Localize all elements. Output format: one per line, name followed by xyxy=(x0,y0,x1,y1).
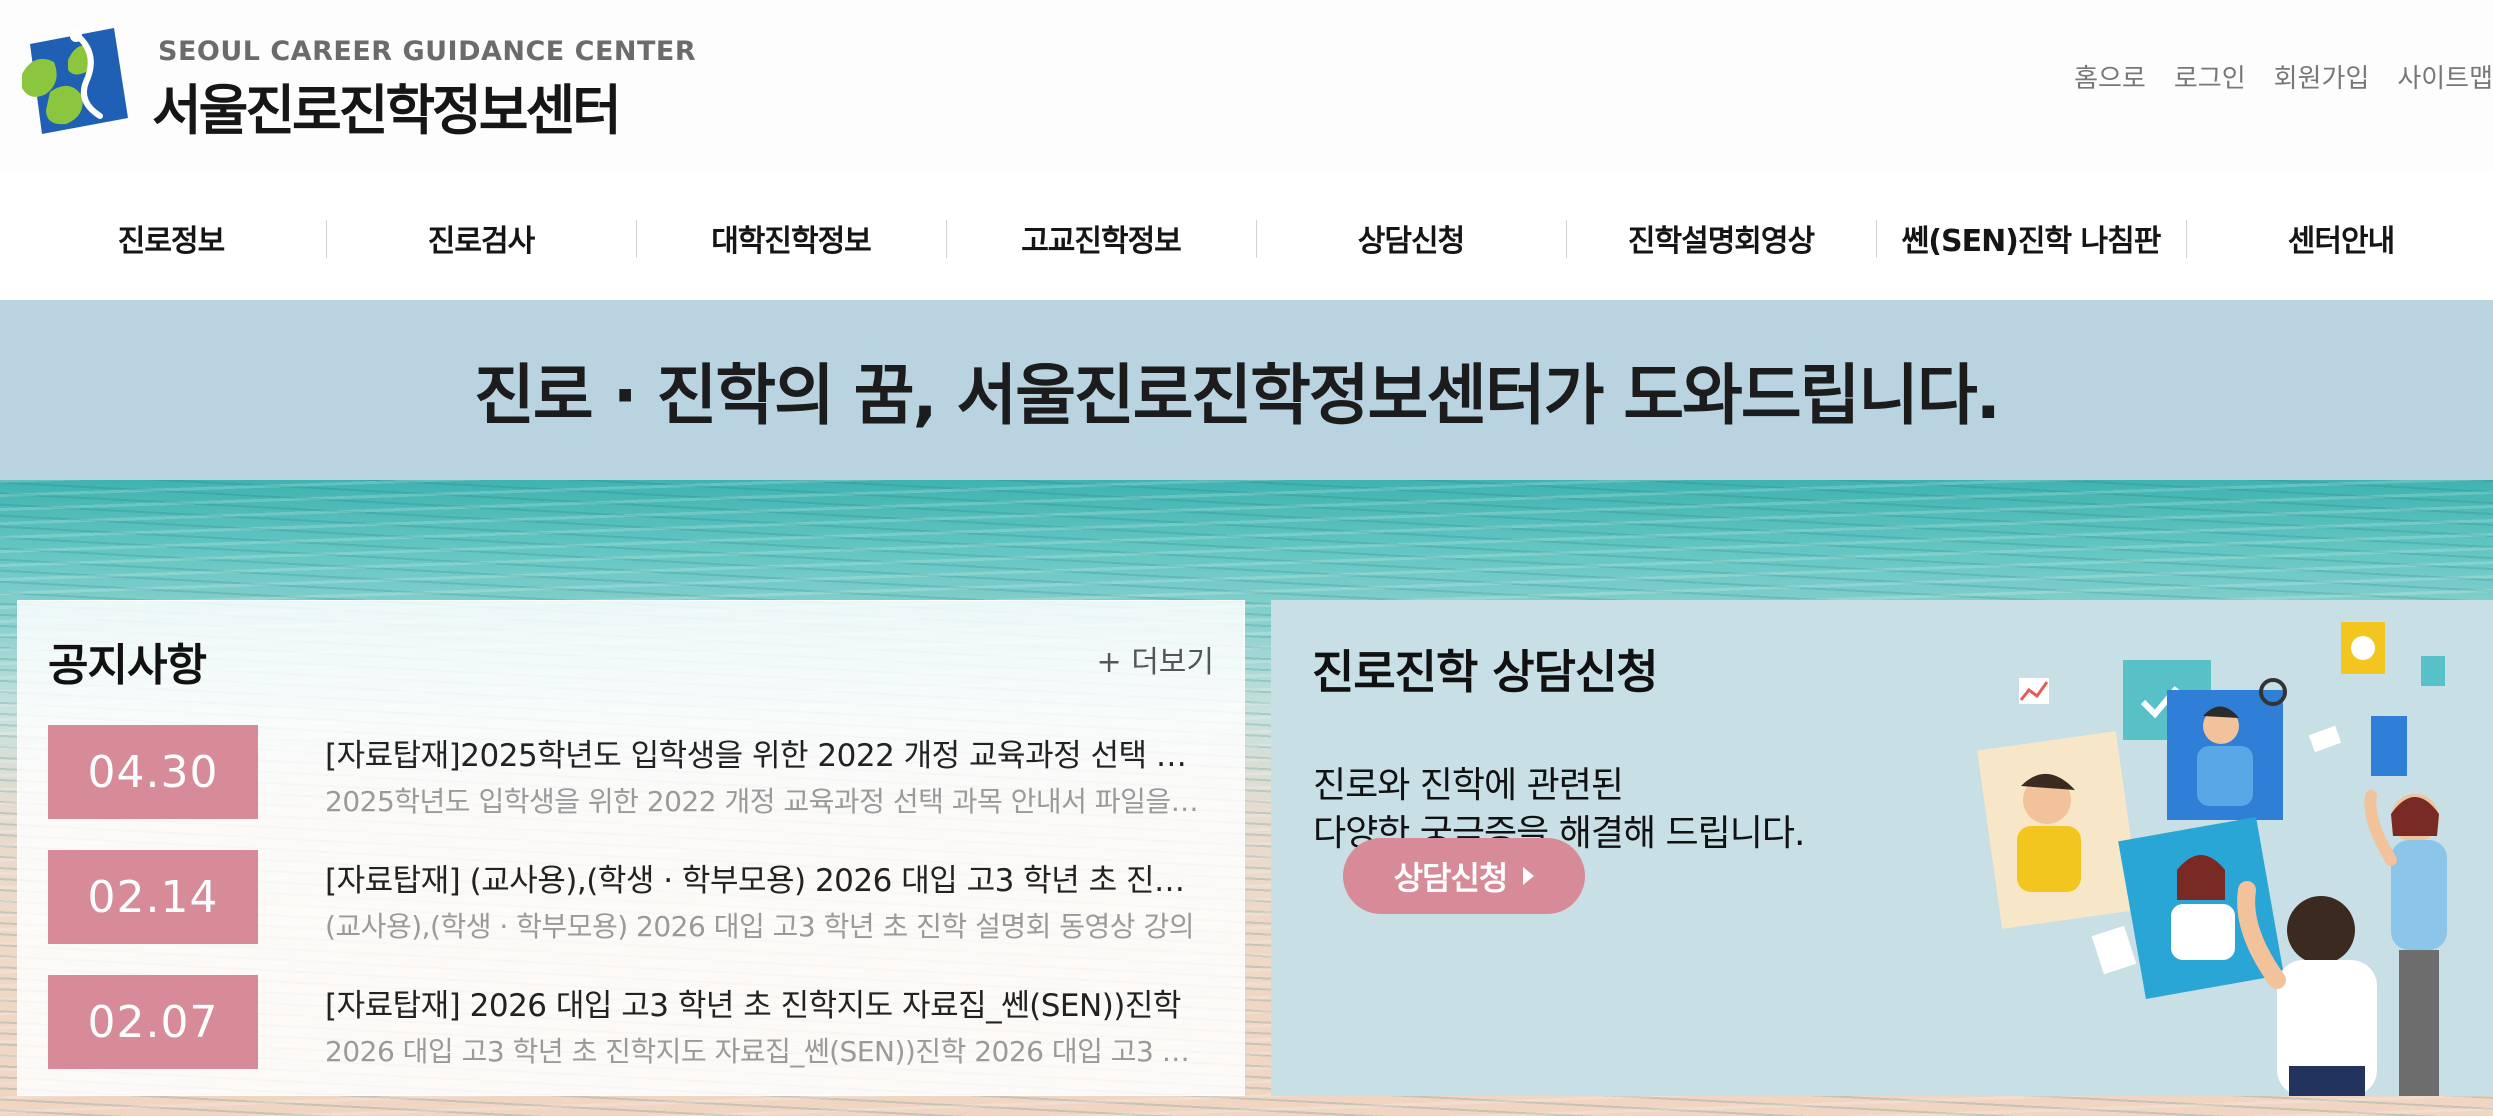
counseling-apply-label: 상담신청 xyxy=(1393,859,1509,897)
notice-item[interactable]: 02.14 [자료탑재] (교사용),(학생 · 학부모용) 2026 대입 고… xyxy=(48,850,1218,975)
counseling-apply-button[interactable]: 상담신청 xyxy=(1343,838,1585,914)
nav-item-career-test[interactable]: 진로검사 xyxy=(326,200,636,276)
notice-item[interactable]: 02.07 [자료탑재] 2026 대입 고3 학년 초 진학지도 자료집_쎈(… xyxy=(48,975,1218,1100)
nav-item-highschool-info[interactable]: 고교진학정보 xyxy=(946,200,1256,276)
util-link-login[interactable]: 로그인 xyxy=(2174,58,2246,95)
notice-list: 04.30 [자료탑재]2025학년도 입학생을 위한 2022 개정 교육과정… xyxy=(48,725,1218,1100)
site-logo[interactable]: SEOUL CAREER GUIDANCE CENTER 서울진로진학정보센터 xyxy=(16,18,696,142)
notice-date-badge: 02.14 xyxy=(48,850,258,944)
utility-links: 홈으로 로그인 회원가입 사이트맵 xyxy=(2074,58,2493,95)
nav-item-career-info[interactable]: 진로정보 xyxy=(16,200,326,276)
seoul-logo-icon xyxy=(22,28,128,134)
arrow-right-icon xyxy=(1523,867,1535,885)
util-link-home[interactable]: 홈으로 xyxy=(2074,58,2146,95)
nav-item-sen-compass[interactable]: 쎈(SEN)진학 나침판 xyxy=(1876,200,2186,276)
online-counseling-illustration xyxy=(1977,622,2447,1096)
main-navigation: 진로정보 진로검사 대학진학정보 고교진학정보 상담신청 진학설명회영상 쎈(S… xyxy=(16,200,2493,276)
counseling-description-line1: 진로와 진학에 관련된 xyxy=(1313,765,1624,806)
hero-banner: 진로 · 진학의 꿈, 서울진로진학정보센터가 도와드립니다. xyxy=(0,300,2493,480)
nav-item-counseling[interactable]: 상담신청 xyxy=(1256,200,1566,276)
notice-item-title[interactable]: [자료탑재]2025학년도 입학생을 위한 2022 개정 교육과정 선택 과목… xyxy=(325,730,1205,775)
notice-date-badge: 04.30 xyxy=(48,725,258,819)
notice-item-summary: (교사용),(학생 · 학부모용) 2026 대입 고3 학년 초 진학 설명회… xyxy=(325,910,1194,943)
util-link-sitemap[interactable]: 사이트맵 xyxy=(2397,58,2493,95)
util-link-signup[interactable]: 회원가입 xyxy=(2274,58,2370,95)
counseling-title: 진로진학 상담신청 xyxy=(1312,645,1659,699)
notice-item-title[interactable]: [자료탑재] (교사용),(학생 · 학부모용) 2026 대입 고3 학년 초… xyxy=(325,855,1205,900)
notice-panel: 공지사항 + 더보기 04.30 [자료탑재]2025학년도 입학생을 위한 2… xyxy=(17,600,1245,1096)
nav-item-center-info[interactable]: 센터안내 xyxy=(2186,200,2493,276)
hero-slogan: 진로 · 진학의 꿈, 서울진로진학정보센터가 도와드립니다. xyxy=(474,357,2001,434)
notice-item-summary: 2026 대입 고3 학년 초 진학지도 자료집_쎈(SEN))진학 2026 … xyxy=(325,1035,1205,1068)
site-header: SEOUL CAREER GUIDANCE CENTER 서울진로진학정보센터 … xyxy=(0,0,2493,172)
counseling-panel: 진로진학 상담신청 진로와 진학에 관련된 다양한 궁금증을 해결해 드립니다.… xyxy=(1271,600,2493,1096)
logo-english-name: SEOUL CAREER GUIDANCE CENTER xyxy=(158,36,697,67)
notice-item[interactable]: 04.30 [자료탑재]2025학년도 입학생을 위한 2022 개정 교육과정… xyxy=(48,725,1218,850)
notice-title: 공지사항 xyxy=(48,640,207,691)
nav-item-briefing-video[interactable]: 진학설명회영상 xyxy=(1566,200,1876,276)
nav-item-university-info[interactable]: 대학진학정보 xyxy=(636,200,946,276)
logo-korean-name: 서울진로진학정보센터 xyxy=(152,79,622,142)
notice-date-badge: 02.07 xyxy=(48,975,258,1069)
notice-item-summary: 2025학년도 입학생을 위한 2022 개정 교육과정 선택 과목 안내서 파… xyxy=(325,785,1205,818)
notice-more-link[interactable]: + 더보기 xyxy=(1097,637,1214,681)
notice-item-title[interactable]: [자료탑재] 2026 대입 고3 학년 초 진학지도 자료집_쎈(SEN))진… xyxy=(325,980,1205,1025)
